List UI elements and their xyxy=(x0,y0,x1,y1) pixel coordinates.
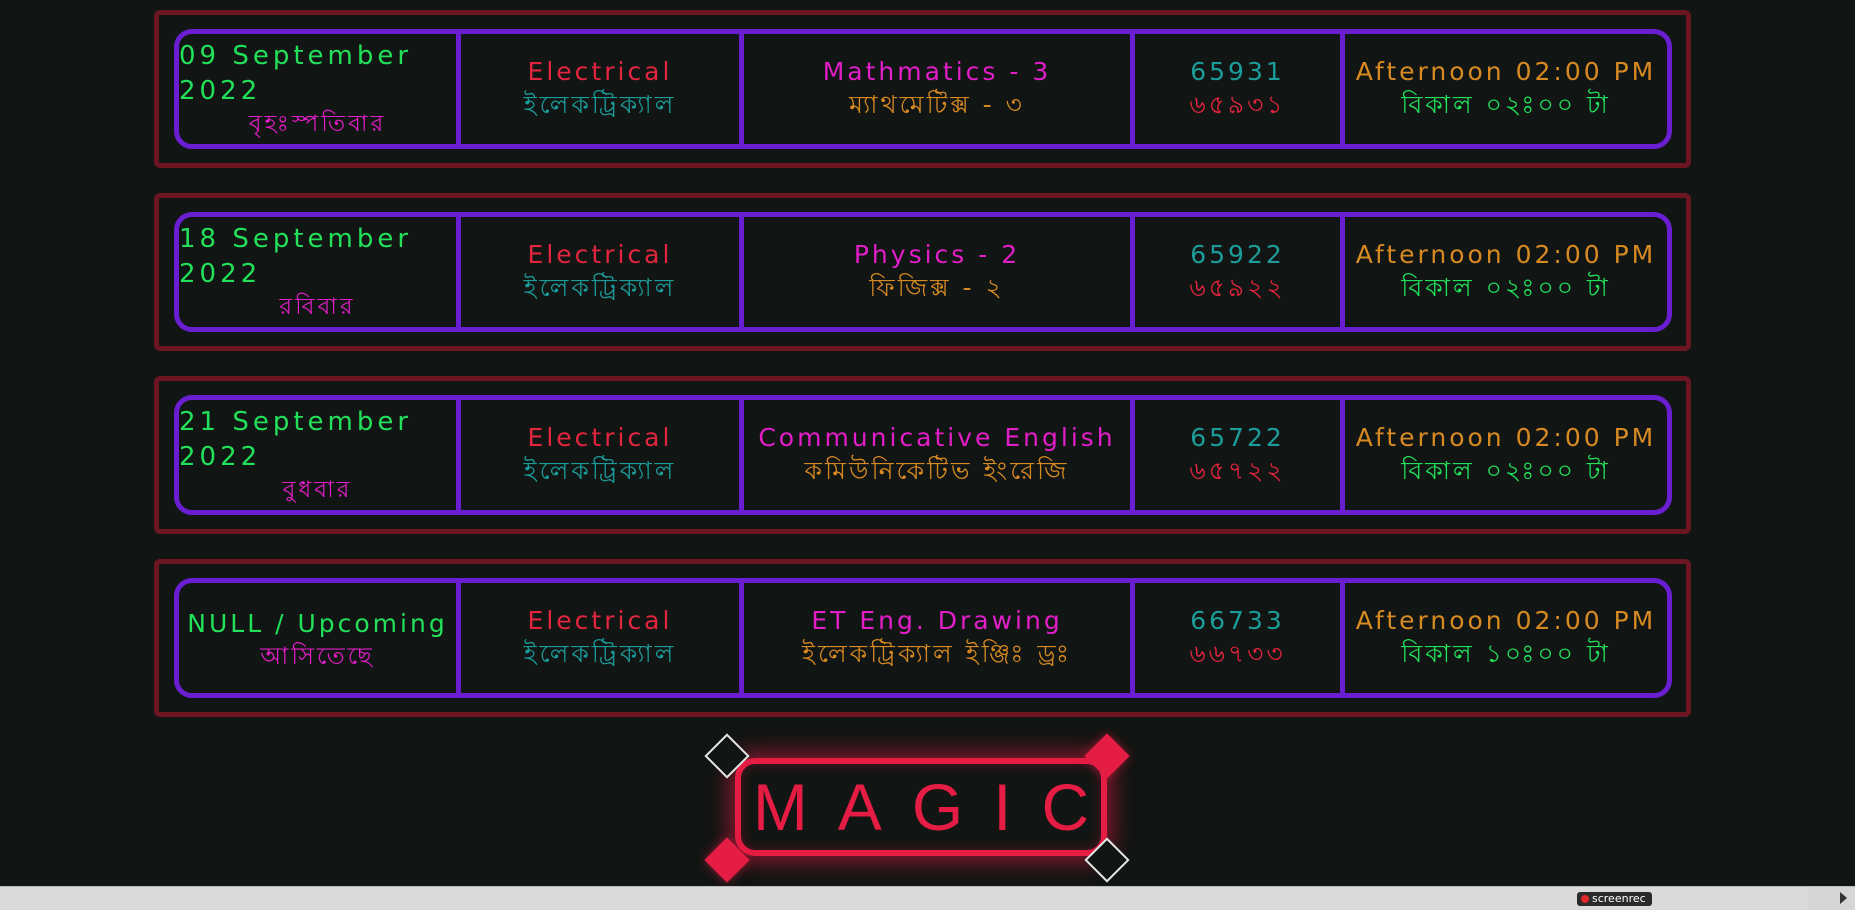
department-cell: Electrical ইলেকট্রিক্যাল xyxy=(461,400,744,510)
time-bn: বিকাল ০২ঃ০০ টা xyxy=(1401,273,1611,302)
schedule-row-inner: 09 September 2022 বৃহঃস্পতিবার Electrica… xyxy=(174,29,1672,149)
department-cell: Electrical ইলেকট্রিক্যাল xyxy=(461,583,744,693)
code-bn: ৬৫৯৩১ xyxy=(1189,90,1286,119)
subject-en: Physics - 2 xyxy=(853,240,1021,269)
time-cell: Afternoon 02:00 PM বিকাল ০২ঃ০০ টা xyxy=(1345,400,1667,510)
scrollbar-track[interactable] xyxy=(0,887,1808,910)
subject-en: ET Eng. Drawing xyxy=(811,606,1063,635)
code-en: 65922 xyxy=(1190,240,1285,269)
record-dot-icon xyxy=(1581,895,1589,903)
schedule-row: NULL / Upcoming আসিতেছে Electrical ইলেকট… xyxy=(154,559,1691,717)
scroll-right-arrow-icon[interactable] xyxy=(1840,892,1847,904)
department-cell: Electrical ইলেকট্রিক্যাল xyxy=(461,217,744,327)
subject-bn: ইলেকট্রিক্যাল ইঞ্জিঃ ড্রঃ xyxy=(801,639,1073,668)
schedule-row: 21 September 2022 বুধবার Electrical ইলেক… xyxy=(154,376,1691,534)
schedule-row: 09 September 2022 বৃহঃস্পতিবার Electrica… xyxy=(154,10,1691,168)
date-cell: 21 September 2022 বুধবার xyxy=(179,400,461,510)
time-en: Afternoon 02:00 PM xyxy=(1355,423,1657,452)
code-cell: 66733 ৬৬৭৩৩ xyxy=(1135,583,1345,693)
day-bn: বুধবার xyxy=(282,477,353,503)
recorder-label: screenrec xyxy=(1592,892,1646,905)
date-en: 21 September 2022 xyxy=(179,407,413,472)
department-en: Electrical xyxy=(527,423,673,452)
time-cell: Afternoon 02:00 PM বিকাল ০২ঃ০০ টা xyxy=(1345,217,1667,327)
date-cell: 09 September 2022 বৃহঃস্পতিবার xyxy=(179,34,461,144)
date-cell: NULL / Upcoming আসিতেছে xyxy=(179,583,461,693)
code-cell: 65922 ৬৫৯২২ xyxy=(1135,217,1345,327)
time-bn: বিকাল ০২ঃ০০ টা xyxy=(1401,90,1611,119)
subject-en: Communicative English xyxy=(758,423,1116,452)
department-en: Electrical xyxy=(527,240,673,269)
horizontal-scrollbar[interactable]: screenrec xyxy=(0,886,1855,910)
date-en: NULL / Upcoming xyxy=(187,608,448,638)
department-bn: ইলেকট্রিক্যাল xyxy=(523,90,677,119)
exam-schedule: 09 September 2022 বৃহঃস্পতিবার Electrica… xyxy=(154,10,1691,742)
time-en: Afternoon 02:00 PM xyxy=(1355,606,1657,635)
department-en: Electrical xyxy=(527,57,673,86)
day-bn: আসিতেছে xyxy=(260,641,375,670)
code-bn: ৬৫৯২২ xyxy=(1189,273,1286,302)
subject-bn: কমিউনিকেটিভ ইংরেজি xyxy=(804,456,1070,485)
code-bn: ৬৬৭৩৩ xyxy=(1189,639,1286,668)
code-bn: ৬৫৭২২ xyxy=(1189,456,1286,485)
code-en: 65722 xyxy=(1190,423,1285,452)
magic-button-frame[interactable]: MAGIC xyxy=(735,758,1107,856)
department-bn: ইলেকট্রিক্যাল xyxy=(523,456,677,485)
subject-bn: ফিজিক্স - ২ xyxy=(869,273,1005,302)
screen-recorder-badge[interactable]: screenrec xyxy=(1577,892,1652,906)
time-bn: বিকাল ১০ঃ০০ টা xyxy=(1401,639,1611,668)
subject-cell: Physics - 2 ফিজিক্স - ২ xyxy=(744,217,1135,327)
time-en: Afternoon 02:00 PM xyxy=(1355,240,1657,269)
date-cell: 18 September 2022 রবিবার xyxy=(179,217,461,327)
time-cell: Afternoon 02:00 PM বিকাল ০২ঃ০০ টা xyxy=(1345,34,1667,144)
department-bn: ইলেকট্রিক্যাল xyxy=(523,639,677,668)
department-cell: Electrical ইলেকট্রিক্যাল xyxy=(461,34,744,144)
time-en: Afternoon 02:00 PM xyxy=(1355,57,1657,86)
day-bn: বৃহঃস্পতিবার xyxy=(248,111,387,137)
schedule-row-inner: 21 September 2022 বুধবার Electrical ইলেক… xyxy=(174,395,1672,515)
time-cell: Afternoon 02:00 PM বিকাল ১০ঃ০০ টা xyxy=(1345,583,1667,693)
code-cell: 65722 ৬৫৭২২ xyxy=(1135,400,1345,510)
department-en: Electrical xyxy=(527,606,673,635)
time-bn: বিকাল ০২ঃ০০ টা xyxy=(1401,456,1611,485)
schedule-row-inner: 18 September 2022 রবিবার Electrical ইলেক… xyxy=(174,212,1672,332)
subject-bn: ম্যাথমেটিক্স - ৩ xyxy=(849,90,1025,119)
date-en: 09 September 2022 xyxy=(179,41,413,106)
schedule-row: 18 September 2022 রবিবার Electrical ইলেক… xyxy=(154,193,1691,351)
date-en: 18 September 2022 xyxy=(179,224,413,289)
subject-en: Mathmatics - 3 xyxy=(822,57,1052,86)
subject-cell: Mathmatics - 3 ম্যাথমেটিক্স - ৩ xyxy=(744,34,1135,144)
subject-cell: ET Eng. Drawing ইলেকট্রিক্যাল ইঞ্জিঃ ড্র… xyxy=(744,583,1135,693)
code-cell: 65931 ৬৫৯৩১ xyxy=(1135,34,1345,144)
code-en: 65931 xyxy=(1190,57,1285,86)
department-bn: ইলেকট্রিক্যাল xyxy=(523,273,677,302)
schedule-row-inner: NULL / Upcoming আসিতেছে Electrical ইলেকট… xyxy=(174,578,1672,698)
day-bn: রবিবার xyxy=(279,294,356,320)
magic-button[interactable]: MAGIC xyxy=(704,733,1130,883)
code-en: 66733 xyxy=(1190,606,1285,635)
subject-cell: Communicative English কমিউনিকেটিভ ইংরেজি xyxy=(744,400,1135,510)
magic-button-label: MAGIC xyxy=(752,770,1120,844)
